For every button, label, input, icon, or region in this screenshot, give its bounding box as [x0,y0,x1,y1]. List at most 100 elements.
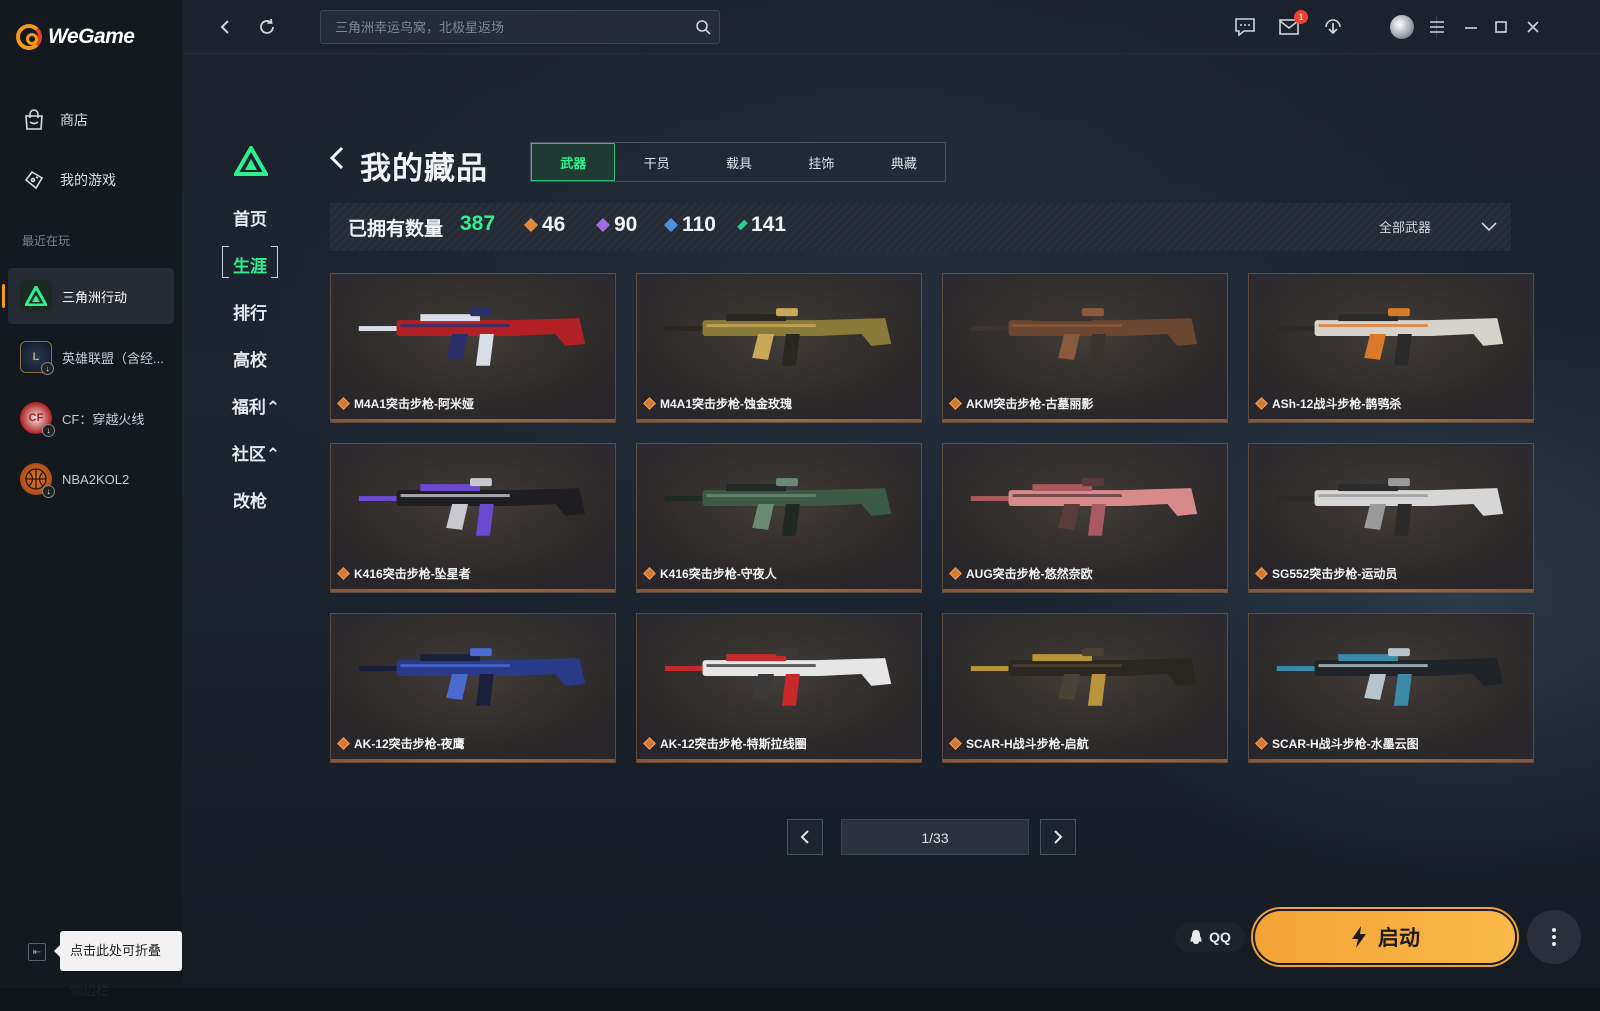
weapon-image [970,308,1198,366]
owned-count-label: 已拥有数量 [348,219,444,240]
rarity-orange-count: 46 [523,213,566,237]
page-back-button[interactable] [329,145,345,178]
download-manager-button[interactable] [1320,14,1346,40]
qq-login-button[interactable]: QQ [1175,922,1245,952]
weapon-card[interactable]: AKM突击步枪-古墓丽影 [942,273,1228,423]
download-badge-icon: ↓ [41,362,54,375]
weapon-card-footer: K416突击步枪-守夜人 [643,565,777,582]
launch-game-button[interactable]: 启动 [1253,909,1517,965]
sidebar: WeGame 商店 我的游戏 最近在玩 三角洲行动 L ↓ 英雄联盟（含经... … [0,0,182,998]
rarity-gem-icon [643,567,656,580]
rarity-gem-icon [1255,737,1268,750]
purple-gem-icon [595,217,611,233]
refresh-button[interactable] [254,14,280,40]
weapon-card[interactable]: SG552突击步枪-运动员 [1248,443,1534,593]
more-options-button[interactable] [1527,910,1581,964]
page-title: 我的藏品 [360,151,488,186]
weapon-card-footer: AUG突击步枪-悠然奈欧 [949,565,1093,582]
chevron-left-icon [329,146,344,170]
collapse-sidebar-tooltip: 点击此处可折叠侧边栏 [54,931,182,998]
orange-gem-icon [523,217,539,233]
game-nav-welfare[interactable]: 福利⌃ [230,393,282,418]
tab-operators[interactable]: 干员 [615,143,697,181]
weapon-name: AK-12突击步枪-夜鹰 [354,737,465,751]
weapon-card[interactable]: SCAR-H战斗步枪-启航 [942,613,1228,763]
weapon-card-footer: SG552突击步枪-运动员 [1255,565,1398,582]
search-input[interactable] [333,11,683,43]
weapon-name: K416突击步枪-守夜人 [660,567,777,581]
sidebar-item-my-games[interactable]: 我的游戏 [22,168,116,192]
game-nav-career[interactable]: 生涯 [222,246,278,278]
crossfire-icon: CF ↓ [20,402,55,437]
close-button[interactable] [1520,14,1546,40]
vertical-dots-icon [1552,928,1556,946]
blue-gem-icon [663,217,679,233]
weapon-filter-label: 全部武器 [1378,220,1431,235]
game-nav-ranking[interactable]: 排行 [226,299,274,324]
recent-game-lol[interactable]: L ↓ 英雄联盟（含经... [8,329,174,385]
basketball-icon: ↓ [20,463,55,498]
weapon-card[interactable]: ASh-12战斗步枪-鹊鸮杀 [1248,273,1534,423]
rarity-count-value: 141 [751,213,787,236]
category-tabs: 武器 干员 载具 挂饰 典藏 [530,142,946,182]
wegame-logo[interactable]: WeGame [16,24,135,50]
tab-collection[interactable]: 典藏 [863,143,945,181]
next-page-button[interactable] [1040,819,1076,855]
lightning-icon [1352,926,1366,948]
tab-charms[interactable]: 挂饰 [780,143,862,181]
weapon-card[interactable]: AK-12突击步枪-夜鹰 [330,613,616,763]
weapon-name: SCAR-H战斗步枪-启航 [966,737,1089,751]
recent-game-delta-force[interactable]: 三角洲行动 [2,268,174,324]
back-button[interactable] [212,14,238,40]
delta-force-logo-icon[interactable] [232,143,270,181]
rarity-gem-icon [949,737,962,750]
mail-button[interactable]: 1 [1276,10,1308,40]
green-gem-icon [737,219,748,231]
weapon-card[interactable]: K416突击步枪-守夜人 [636,443,922,593]
search-icon[interactable] [695,19,711,35]
weapon-filter-dropdown[interactable]: 全部武器 [1379,217,1497,236]
rarity-count-value: 110 [682,213,716,236]
weapon-name: AKM突击步枪-古墓丽影 [966,397,1094,411]
rarity-purple-count: 90 [595,213,637,237]
weapon-image [664,478,892,536]
rarity-count-value: 46 [542,213,566,236]
tab-vehicles[interactable]: 载具 [698,143,780,181]
sidebar-item-label: 商店 [60,112,88,128]
game-nav-community[interactable]: 社区⌃ [230,440,282,465]
weapon-card-footer: AK-12突击步枪-夜鹰 [337,735,465,752]
rarity-blue-count: 110 [663,213,716,237]
menu-button[interactable] [1424,14,1450,40]
recent-game-crossfire[interactable]: CF ↓ CF：穿越火线 [8,390,174,446]
maximize-button[interactable] [1488,14,1514,40]
collection-stats-bar: 已拥有数量 387 46 90 110 141 全部武器 [330,203,1511,251]
weapon-name: SG552突击步枪-运动员 [1272,567,1398,581]
recent-game-nba2kol2[interactable]: ↓ NBA2KOL2 [8,451,174,507]
rarity-gem-icon [1255,567,1268,580]
download-badge-icon: ↓ [42,485,55,498]
chat-button[interactable] [1232,14,1258,40]
user-avatar[interactable] [1390,15,1414,39]
game-nav-college[interactable]: 高校 [226,346,274,371]
weapon-card[interactable]: K416突击步枪-坠星者 [330,443,616,593]
league-of-legends-icon: L ↓ [20,341,54,375]
weapon-card[interactable]: SCAR-H战斗步枪-水墨云图 [1248,613,1534,763]
weapon-card-footer: SCAR-H战斗步枪-水墨云图 [1255,735,1419,752]
weapon-card-footer: M4A1突击步枪-阿米娅 [337,395,474,412]
weapon-card[interactable]: AUG突击步枪-悠然奈欧 [942,443,1228,593]
rarity-gem-icon [337,737,350,750]
collapse-sidebar-button[interactable]: ⇤ [28,943,46,961]
owned-count-value: 387 [460,212,496,235]
minimize-button[interactable] [1458,14,1484,40]
tab-weapons[interactable]: 武器 [531,143,616,181]
chat-icon [1235,18,1255,37]
weapon-card[interactable]: M4A1突击步枪-蚀金玫瑰 [636,273,922,423]
weapon-name: AK-12突击步枪-特斯拉线圈 [660,737,807,751]
game-nav-gun-mod[interactable]: 改枪 [226,487,274,512]
weapon-card[interactable]: M4A1突击步枪-阿米娅 [330,273,616,423]
weapon-card[interactable]: AK-12突击步枪-特斯拉线圈 [636,613,922,763]
sidebar-item-shop[interactable]: 商店 [22,108,88,132]
game-nav-home[interactable]: 首页 [226,205,274,230]
recent-game-label: NBA2KOL2 [62,471,130,487]
prev-page-button[interactable] [787,819,823,855]
